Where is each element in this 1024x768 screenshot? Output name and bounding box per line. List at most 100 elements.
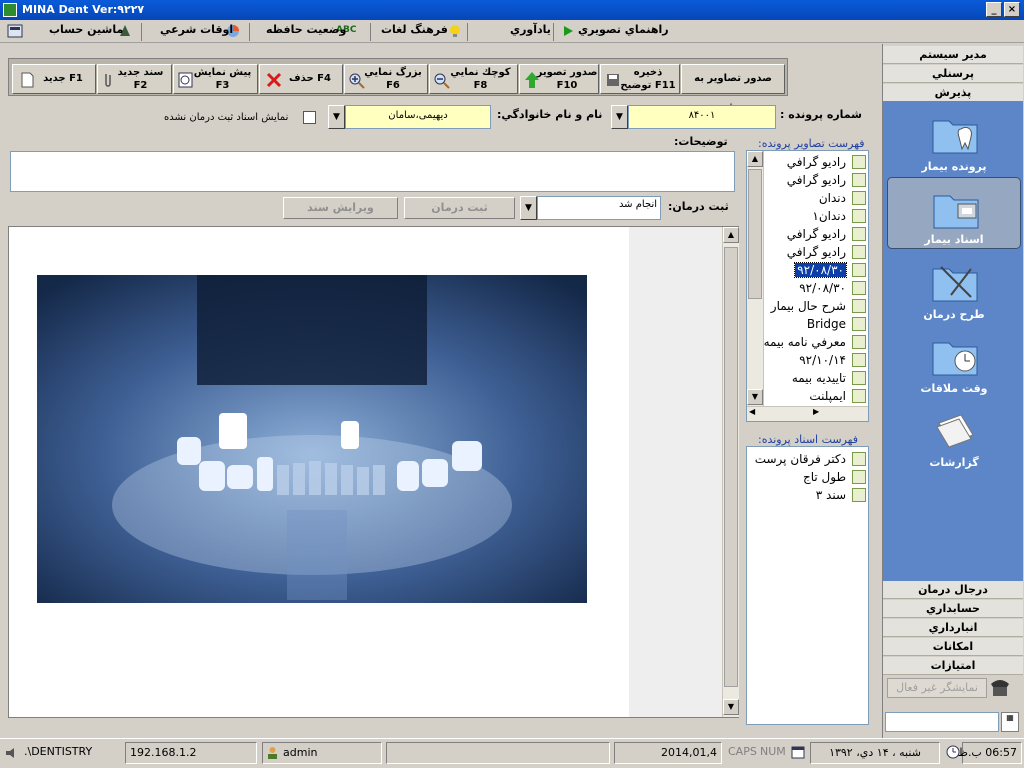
preview-icon [178,72,193,88]
menu-calculator[interactable]: ماشين حساب [49,23,123,40]
status-empty [386,742,610,764]
status-user: admin [262,742,382,764]
show-unregistered-checkbox[interactable] [303,111,316,124]
delete-button[interactable]: حذف F4 [259,64,343,94]
images-list-item[interactable]: راديو گرافي [764,225,868,243]
images-list-item[interactable]: ۹۲/۰۸/۳۰ [764,279,868,297]
images-list-item[interactable]: ايمپلنت [764,387,868,405]
images-list-item-label: ايمپلنت [809,389,846,403]
image-file-icon [852,317,866,331]
patient-name-dropdown[interactable]: ▼ [328,105,345,129]
scroll-down-arrow-icon[interactable]: ▼ [723,699,739,715]
zoom-out-button[interactable]: كوچك نمايي F8 [429,64,518,94]
image-file-icon [852,191,866,205]
file-number-field[interactable]: ۸۴۰۰۱ [628,105,776,129]
image-file-icon [852,227,866,241]
images-list[interactable]: راديو گرافي راديو گرافي دندان دندان۱ راديو گ… [746,150,869,422]
file-number-dropdown[interactable]: ▼ [611,105,628,129]
export-image-button[interactable]: صدور تصوير F10 [519,64,599,94]
new-document-button[interactable]: سند جديد F2 [97,64,172,94]
documents-list-item-label: سند ۳ [815,488,846,502]
menu-memory-status[interactable]: وضعيت حافظه [266,23,346,40]
save-description-button[interactable]: ذخيره توضيح F11 [600,64,680,94]
status-time: 06:57 ب.ظ [958,742,1022,764]
menu-reminder[interactable]: يادآوري [510,23,551,40]
images-list-item-label: دندان [818,191,846,205]
images-list-item-label: دندان۱ [812,209,846,223]
keyboard-icon[interactable]: ▦ [1001,712,1019,732]
images-list-hscrollbar[interactable]: ◀ ▶ [747,406,868,421]
images-list-item-label: راديو گرافي [786,227,846,241]
phone-icon [991,680,1009,696]
image-file-icon [852,470,866,484]
file-number-label: شماره پرونده : [780,108,862,121]
scroll-up-arrow-icon[interactable]: ▲ [723,227,739,243]
nav-item-treatment-plan[interactable]: طرح درمان [887,251,1021,323]
minimize-button[interactable]: _ [986,2,1002,17]
list-scroll-down-arrow-icon[interactable]: ▼ [747,389,763,405]
images-list-item-label: ۹۲/۰۸/۳۰ [794,262,847,278]
images-list-item[interactable]: Bridge [764,315,868,333]
images-list-scrollbar[interactable]: ▲ ▼ [747,151,764,406]
viewer-scrollbar[interactable]: ▲ ▼ [722,227,739,717]
list-scroll-up-arrow-icon[interactable]: ▲ [747,151,763,167]
nav-under-treatment[interactable]: درجال درمان [883,581,1023,599]
nav-facilities[interactable]: امکانات [883,638,1023,656]
new-file-icon [21,72,34,88]
close-button[interactable]: × [1004,2,1020,17]
menu-dictionary[interactable]: فرهنگ لغات [381,23,448,40]
documents-list-item-label: دکتر فرقان پرست [754,452,846,466]
nav-item-reports[interactable]: گزارشات [887,399,1021,471]
status-path: .\DENTISTRY [24,745,93,758]
display-disabled-button[interactable]: نمایشگر غیر فعال [887,678,987,698]
register-treatment-button[interactable]: ثبت درمان [404,197,515,219]
side-navigation: مدیر سیستم پرسنلي پذيرش پرونده بیمار اسن… [882,44,1023,738]
images-list-item[interactable]: دندان [764,189,868,207]
patient-name-field[interactable]: دیهیمی،سامان [345,105,491,129]
description-field[interactable] [10,151,735,192]
images-list-item[interactable]: ۹۲/۱۰/۱۴ [764,351,868,369]
documents-list-item[interactable]: دکتر فرقان پرست [747,450,868,468]
images-list-item[interactable]: شرح حال بيمار [764,297,868,315]
export-images-button[interactable]: صدور تصاوير به بوشه [681,64,785,112]
images-list-item[interactable]: معرفي نامه بيمه [764,333,868,351]
nav-reception[interactable]: پذيرش [883,84,1023,102]
menu-prayer-times[interactable]: اوقات شرعي [160,23,233,40]
images-list-item[interactable]: راديو گرافي [764,153,868,171]
zoom-out-icon [434,73,450,89]
image-file-icon [852,353,866,367]
image-file-icon [852,173,866,187]
nav-system-admin[interactable]: مدیر سیستم [883,46,1023,64]
treatment-status-field[interactable]: انجام شد [537,196,661,220]
treatment-status-dropdown[interactable]: ▼ [520,196,537,220]
preview-button[interactable]: پيش نمايش F3 [173,64,258,94]
save-icon [607,74,619,86]
zoom-in-button[interactable]: بزرگ نمايي F6 [344,64,428,94]
images-list-item-label: راديو گرافي [786,245,846,259]
nav-item-patient-docs[interactable]: اسناد بیمار [887,177,1021,249]
nav-points[interactable]: امتیازات [883,657,1023,675]
images-list-item[interactable]: تاييديه بيمه [764,369,868,387]
images-list-item[interactable]: راديو گرافي [764,243,868,261]
images-list-item[interactable]: دندان۱ [764,207,868,225]
nav-inventory[interactable]: انبارداري [883,619,1023,637]
image-file-icon [852,155,866,169]
edit-document-button[interactable]: ويرايش سند [283,197,398,219]
menu-bar: راهنماي تصويري يادآوري فرهنگ لغات ABC وض… [0,20,1024,43]
folder-tooth-icon [932,120,978,154]
zoom-in-icon [349,73,365,89]
nav-search-input[interactable] [885,712,999,732]
nav-item-patient-file[interactable]: پرونده بیمار [887,103,1021,175]
images-list-item-label: معرفي نامه بيمه [763,335,846,349]
documents-list-item[interactable]: سند ۳ [747,486,868,504]
images-list-item[interactable]: راديو گرافي [764,171,868,189]
folder-documents-icon [933,195,979,229]
images-list-item[interactable]: ۹۲/۰۸/۳۰ [764,261,868,279]
new-button[interactable]: جديد F1 [12,64,96,94]
nav-personnel[interactable]: پرسنلي [883,65,1023,83]
documents-list[interactable]: دکتر فرقان پرست طول تاج سند ۳ [746,446,869,725]
nav-accounting[interactable]: حسابداري [883,600,1023,618]
menu-visual-help[interactable]: راهنماي تصويري [578,23,669,40]
nav-item-appointments[interactable]: وقت ملاقات [887,325,1021,397]
documents-list-item[interactable]: طول تاج [747,468,868,486]
